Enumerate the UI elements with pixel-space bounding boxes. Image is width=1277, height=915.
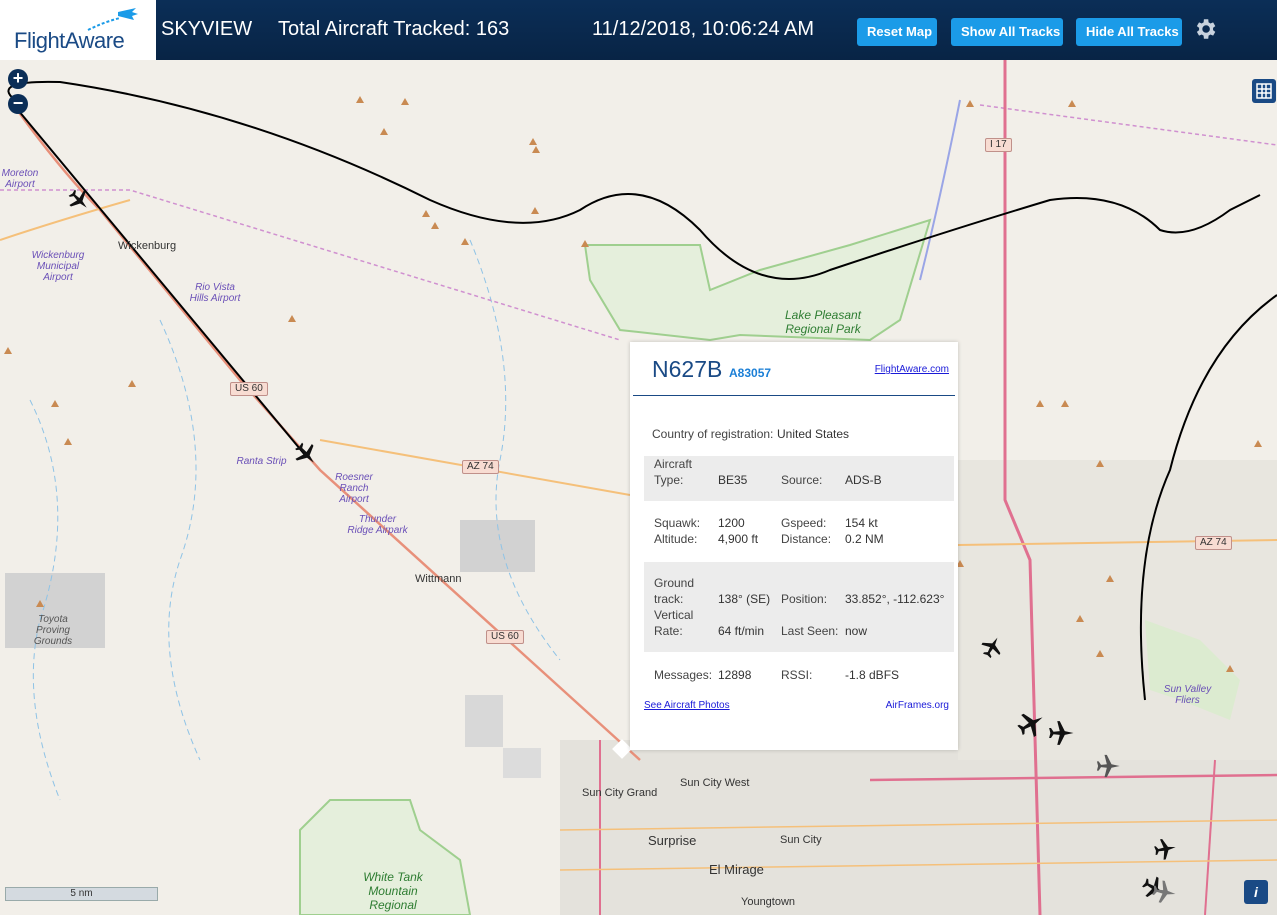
distance-value: 0.2 NM: [845, 532, 884, 546]
position-value: 33.852°, -112.623°: [845, 592, 945, 606]
altitude-label: Altitude:: [654, 532, 698, 546]
ground-track-label: Ground: [654, 576, 695, 590]
aircraft-type-label-2: Type:: [654, 473, 684, 487]
info-icon[interactable]: i: [1244, 880, 1268, 904]
airport-label-roesner[interactable]: Roesner Ranch Airport: [330, 472, 378, 505]
zoom-out-button[interactable]: −: [8, 94, 28, 114]
gspeed-value: 154 kt: [845, 516, 878, 530]
gspeed-label: Gspeed:: [781, 516, 827, 530]
messages-value: 12898: [718, 668, 752, 682]
road-shield-us60-north: US 60: [230, 382, 268, 396]
source-value: ADS-B: [845, 473, 882, 487]
position-label: Position:: [781, 592, 828, 606]
aircraft-icon[interactable]: [1152, 836, 1178, 862]
airport-label-ranta[interactable]: Ranta Strip: [234, 456, 289, 467]
show-all-tracks-button[interactable]: Show All Tracks: [951, 18, 1063, 46]
aircraft-icon[interactable]: [1046, 718, 1076, 748]
town-label-wickenburg: Wickenburg: [118, 240, 177, 252]
map-scale-bar: 5 nm: [5, 887, 158, 901]
road-shield-us60-south: US 60: [486, 630, 524, 644]
airframes-link[interactable]: AirFrames.org: [886, 700, 949, 711]
flightaware-logo[interactable]: FlightAware: [0, 0, 156, 60]
messages-label: Messages:: [654, 668, 713, 682]
airport-label-thunder-ridge[interactable]: Thunder Ridge Airpark: [345, 514, 410, 536]
rssi-value: -1.8 dBFS: [845, 668, 900, 682]
flightaware-link[interactable]: FlightAware.com: [875, 364, 949, 375]
aircraft-hex-link[interactable]: A83057: [729, 366, 771, 380]
app-name: SKYVIEW: [161, 18, 253, 40]
last-seen-label: Last Seen:: [781, 624, 839, 638]
altitude-value: 4,900 ft: [718, 532, 759, 546]
aircraft-icon[interactable]: [66, 187, 92, 213]
country-label: Country of registration:: [652, 427, 774, 441]
area-label-toyota: Toyota Proving Grounds: [33, 614, 73, 647]
park-label-white-tank: White Tank Mountain Regional: [363, 870, 423, 912]
datetime: 11/12/2018, 10:06:24 AM: [592, 18, 815, 40]
airport-label-sun-valley[interactable]: Sun Valley Fliers: [1160, 684, 1215, 706]
total-aircraft-tracked: Total Aircraft Tracked: 163: [278, 18, 510, 40]
airport-label-moreton[interactable]: Moreton Airport: [0, 168, 40, 190]
airport-label-wickenburg[interactable]: Wickenburg Municipal Airport: [28, 250, 88, 283]
reset-map-button[interactable]: Reset Map: [857, 18, 937, 46]
town-label-sun-city-grand: Sun City Grand: [582, 787, 658, 799]
aircraft-photos-link[interactable]: See Aircraft Photos: [644, 700, 730, 711]
selected-aircraft-icon[interactable]: [292, 440, 320, 468]
road-shield-az74-east: AZ 74: [1195, 536, 1232, 550]
aircraft-registration: N627B: [652, 356, 723, 382]
ground-track-value: 138° (SE): [718, 592, 771, 606]
aircraft-icon[interactable]: [1015, 708, 1047, 740]
aircraft-type-label: Aircraft: [654, 457, 693, 471]
country-value: United States: [777, 427, 850, 441]
aircraft-type-value: BE35: [718, 473, 748, 487]
last-seen-value: now: [845, 624, 868, 638]
zoom-in-button[interactable]: +: [8, 69, 28, 89]
aircraft-icon[interactable]: [1094, 752, 1122, 780]
town-label-surprise: Surprise: [648, 833, 697, 848]
ground-track-label-2: track:: [654, 592, 684, 606]
vertical-rate-label: Vertical: [654, 608, 694, 622]
road-shield-az74-west: AZ 74: [462, 460, 499, 474]
layers-grid-icon[interactable]: [1252, 79, 1276, 103]
town-label-youngtown: Youngtown: [741, 896, 796, 908]
popup-divider: [633, 395, 955, 396]
header-bar: FlightAware SKYVIEW Total Aircraft Track…: [0, 0, 1277, 60]
squawk-value: 1200: [718, 516, 745, 530]
town-label-el-mirage: El Mirage: [709, 862, 764, 877]
vertical-rate-value: 64 ft/min: [718, 624, 765, 638]
town-label-sun-city: Sun City: [780, 834, 822, 846]
gear-icon[interactable]: [1192, 16, 1218, 42]
road-shield-i17: I 17: [985, 138, 1012, 152]
aircraft-icon[interactable]: [1150, 878, 1178, 906]
vertical-rate-label-2: Rate:: [654, 624, 683, 638]
airport-label-rio-vista[interactable]: Rio Vista Hills Airport: [185, 282, 245, 304]
skyview-app: FlightAware SKYVIEW Total Aircraft Track…: [0, 0, 1277, 915]
distance-label: Distance:: [781, 532, 832, 546]
town-label-sun-city-west: Sun City West: [680, 777, 750, 789]
logo-text: FlightAware: [14, 28, 125, 53]
squawk-label: Squawk:: [654, 516, 701, 530]
hide-all-tracks-button[interactable]: Hide All Tracks: [1076, 18, 1182, 46]
source-label: Source:: [781, 473, 823, 487]
rssi-label: RSSI:: [781, 668, 813, 682]
town-label-wittmann: Wittmann: [415, 573, 462, 585]
park-label-lake-pleasant: Lake Pleasant Regional Park: [784, 308, 862, 336]
aircraft-info-popup: N627B A83057 FlightAware.com Country of …: [630, 342, 958, 750]
aircraft-icon[interactable]: [979, 634, 1005, 660]
